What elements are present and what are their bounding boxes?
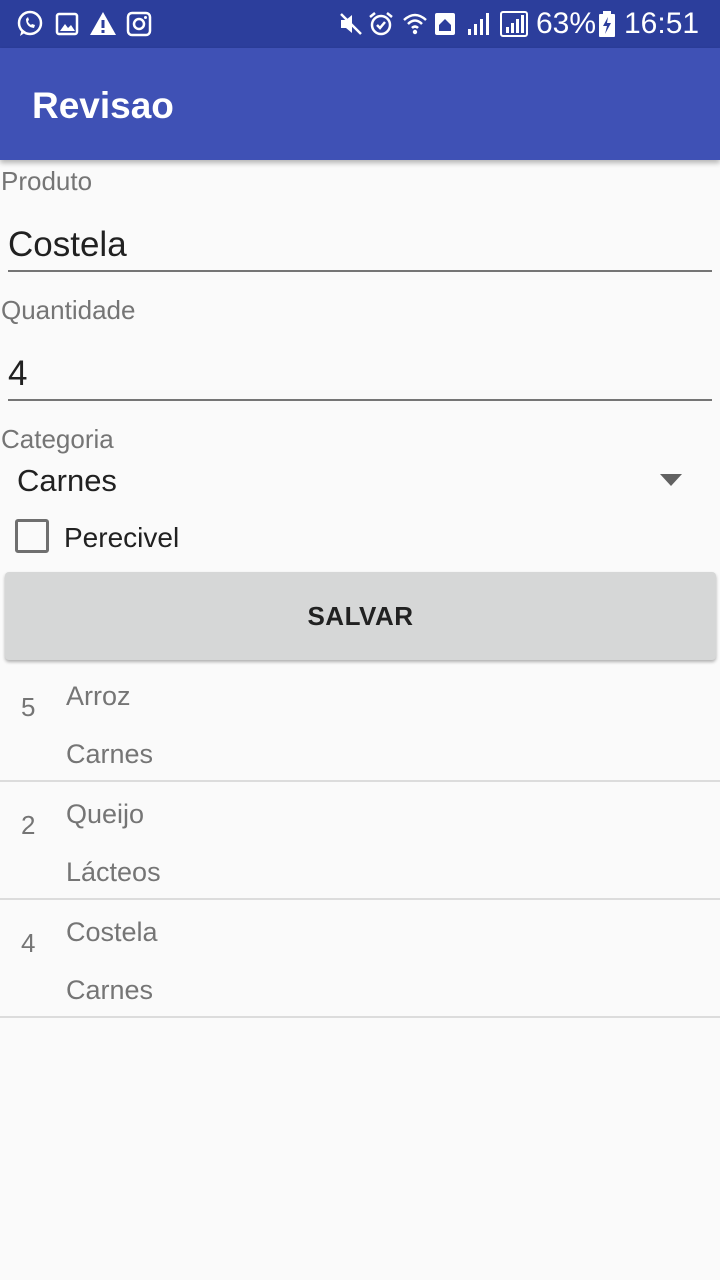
list-item[interactable]: 4 Costela Carnes xyxy=(0,900,720,1018)
status-bar: 63% 16:51 xyxy=(0,0,720,48)
item-quantity: 4 xyxy=(21,928,36,958)
category-label: Categoria xyxy=(1,424,114,454)
item-category: Lácteos xyxy=(66,857,161,887)
quantity-label: Quantidade xyxy=(1,295,136,325)
item-quantity: 2 xyxy=(21,810,36,840)
clock: 16:51 xyxy=(624,7,700,40)
image-icon xyxy=(55,12,79,36)
battery-percent: 63% xyxy=(536,7,597,40)
chevron-down-icon[interactable] xyxy=(660,474,682,486)
list-item[interactable]: 5 Arroz Carnes xyxy=(0,664,720,782)
quantity-input[interactable]: 4 xyxy=(8,353,27,395)
divider xyxy=(0,1016,720,1018)
item-category: Carnes xyxy=(66,739,154,769)
app-bar: Revisao xyxy=(0,48,720,160)
category-spinner[interactable]: Carnes xyxy=(17,462,117,500)
item-name: Queijo xyxy=(66,799,145,829)
product-input-underline xyxy=(8,270,712,272)
perishable-checkbox[interactable] xyxy=(15,519,49,553)
page-title: Revisao xyxy=(32,85,174,126)
warning-icon xyxy=(90,12,116,35)
mute-icon xyxy=(340,13,362,35)
item-name: Arroz xyxy=(66,681,131,711)
item-category: Carnes xyxy=(66,975,154,1005)
save-button[interactable]: SALVAR xyxy=(5,572,716,660)
signal-icon xyxy=(500,11,528,37)
signal-icon xyxy=(468,13,489,35)
product-input[interactable]: Costela xyxy=(8,224,127,266)
quantity-input-underline xyxy=(8,399,712,401)
item-name: Costela xyxy=(66,917,158,947)
product-label: Produto xyxy=(1,166,93,196)
battery-charging-icon xyxy=(599,11,615,37)
instagram-icon xyxy=(126,11,152,37)
wifi-icon xyxy=(403,13,427,35)
alarm-icon xyxy=(369,12,393,36)
item-quantity: 5 xyxy=(21,692,36,722)
list-item[interactable]: 2 Queijo Lácteos xyxy=(0,782,720,900)
home-icon xyxy=(435,13,455,35)
perishable-checkbox-label[interactable]: Perecivel xyxy=(64,521,179,555)
whatsapp-icon xyxy=(17,10,43,36)
